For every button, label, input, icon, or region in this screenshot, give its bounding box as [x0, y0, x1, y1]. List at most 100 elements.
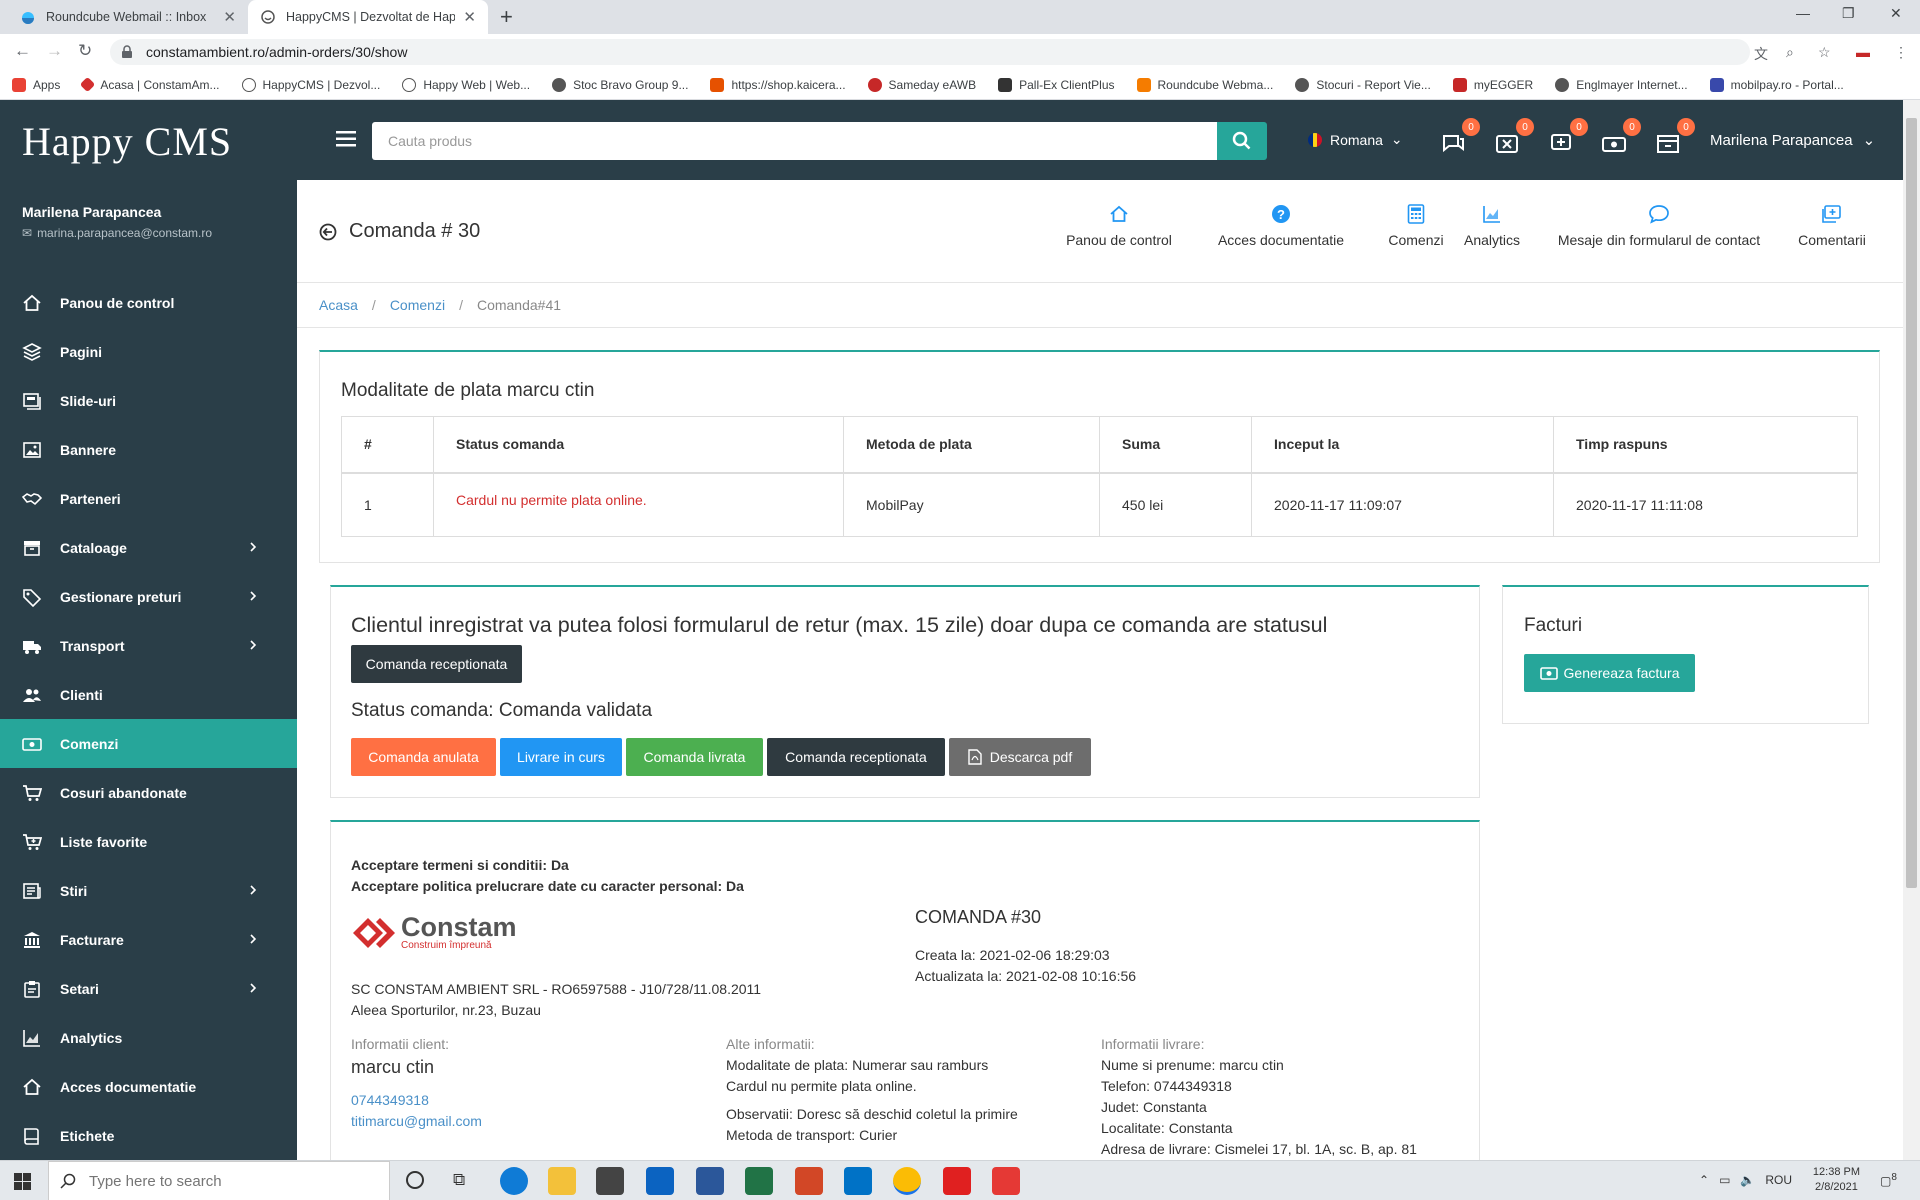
- cancel-orders-icon[interactable]: 0: [1494, 118, 1534, 156]
- bookmark-item[interactable]: HappyCMS | Dezvol...: [241, 77, 380, 92]
- comanda-receptionata-button[interactable]: Comanda receptionata: [767, 738, 945, 776]
- sidebar-item-panou-de-control[interactable]: Panou de control: [0, 278, 297, 327]
- bookmark-item[interactable]: Happy Web | Web...: [402, 77, 530, 92]
- extension-icon[interactable]: ▬: [1856, 44, 1870, 60]
- excel-icon[interactable]: [745, 1167, 773, 1195]
- close-icon[interactable]: ✕: [463, 8, 476, 26]
- bookmark-item[interactable]: Sameday eAWB: [867, 77, 976, 92]
- speaker-icon[interactable]: 🔈: [1740, 1173, 1755, 1187]
- sidebar-item-setari[interactable]: Setari: [0, 964, 297, 1013]
- star-icon[interactable]: ☆: [1818, 44, 1831, 61]
- powerpoint-icon[interactable]: [795, 1167, 823, 1195]
- bookmark-item[interactable]: Englmayer Internet...: [1555, 77, 1688, 92]
- descarca-pdf-button[interactable]: Descarca pdf: [949, 738, 1091, 776]
- store-icon[interactable]: [596, 1167, 624, 1195]
- menu-dots-icon[interactable]: ⋮: [1894, 44, 1908, 61]
- sidebar-item-parteneri[interactable]: Parteneri: [0, 474, 297, 523]
- chevron-up-icon[interactable]: ⌃: [1699, 1173, 1709, 1187]
- client-email-link[interactable]: titimarcu@gmail.com: [351, 1113, 482, 1129]
- sidebar-item-pagini[interactable]: Pagini: [0, 327, 297, 376]
- comanda-anulata-button[interactable]: Comanda anulata: [351, 738, 496, 776]
- reload-icon[interactable]: ↻: [78, 41, 92, 61]
- minimize-button[interactable]: —: [1796, 5, 1810, 21]
- clock[interactable]: 12:38 PM 2/8/2021: [1813, 1165, 1860, 1195]
- quicknav-mesaje[interactable]: Mesaje din formularul de contact: [1551, 204, 1767, 248]
- new-tab-button[interactable]: +: [500, 4, 513, 30]
- network-icon[interactable]: ▭: [1719, 1173, 1730, 1187]
- back-arrow-icon[interactable]: ←: [14, 41, 31, 61]
- restore-button[interactable]: ❐: [1842, 5, 1855, 22]
- bookmark-item[interactable]: mobilpay.ro - Portal...: [1709, 77, 1844, 92]
- translate-icon[interactable]: 文: [1754, 44, 1768, 64]
- bookmark-item[interactable]: Pall-Ex ClientPlus: [998, 77, 1115, 92]
- comments-icon[interactable]: 0: [1548, 118, 1588, 156]
- scrollbar-thumb[interactable]: [1906, 118, 1917, 888]
- tray-language[interactable]: ROU: [1765, 1173, 1792, 1187]
- quicknav-acces-documentatie[interactable]: ? Acces documentatie: [1206, 204, 1356, 248]
- returns-icon[interactable]: 0: [1655, 118, 1695, 156]
- sidebar-item-gestionare-preturi[interactable]: Gestionare preturi: [0, 572, 297, 621]
- quicknav-comentarii[interactable]: Comentarii: [1794, 204, 1870, 248]
- orders-icon[interactable]: 0: [1601, 118, 1641, 156]
- livrare-in-curs-button[interactable]: Livrare in curs: [500, 738, 622, 776]
- browser-tab-happycms[interactable]: HappyCMS | Dezvoltat de Happy ✕: [248, 0, 488, 34]
- sidebar-item-slide-uri[interactable]: Slide-uri: [0, 376, 297, 425]
- happycms-logo[interactable]: Happy CMS: [22, 118, 232, 165]
- breadcrumb-comenzi[interactable]: Comenzi: [390, 297, 445, 313]
- sidebar-item-etichete[interactable]: Etichete: [0, 1111, 297, 1160]
- sidebar-item-clienti[interactable]: Clienti: [0, 670, 297, 719]
- search-input[interactable]: [372, 122, 1217, 160]
- outlook-icon[interactable]: [844, 1167, 872, 1195]
- taskbar-search-input[interactable]: [48, 1161, 390, 1200]
- sidebar-item-transport[interactable]: Transport: [0, 621, 297, 670]
- file-explorer-icon[interactable]: [548, 1167, 576, 1195]
- page-scrollbar[interactable]: [1903, 100, 1920, 1160]
- cortana-icon[interactable]: [406, 1171, 424, 1189]
- sidebar-item-comenzi[interactable]: Comenzi: [0, 719, 297, 768]
- comanda-receptionata-info-button[interactable]: Comanda receptionata: [351, 645, 522, 683]
- window-close-button[interactable]: ✕: [1890, 5, 1902, 22]
- genereaza-factura-button[interactable]: Genereaza factura: [1524, 654, 1695, 692]
- browser-tab-roundcube[interactable]: Roundcube Webmail :: Inbox ✕: [8, 0, 248, 34]
- breadcrumb-acasa[interactable]: Acasa: [319, 297, 358, 313]
- search-button[interactable]: [1217, 122, 1267, 160]
- task-view-icon[interactable]: ⧉: [453, 1170, 465, 1190]
- quicknav-comenzi[interactable]: Comenzi: [1386, 204, 1446, 248]
- acrobat-icon[interactable]: [943, 1167, 971, 1195]
- notifications-icon[interactable]: ▢8: [1880, 1172, 1897, 1188]
- quicknav-analytics[interactable]: Analytics: [1459, 204, 1525, 248]
- mail-icon[interactable]: [646, 1167, 674, 1195]
- bookmark-item[interactable]: Stoc Bravo Group 9...: [552, 77, 688, 92]
- close-icon[interactable]: ✕: [223, 8, 236, 26]
- bookmark-item[interactable]: myEGGER: [1452, 77, 1533, 92]
- back-circle-arrow-icon[interactable]: [319, 223, 337, 241]
- sidebar-item-liste-favorite[interactable]: Liste favorite: [0, 817, 297, 866]
- zoom-icon[interactable]: ⌕: [1786, 44, 1794, 61]
- windows-start-icon[interactable]: [14, 1173, 31, 1190]
- sidebar-item-cosuri-abandonate[interactable]: Cosuri abandonate: [0, 768, 297, 817]
- bookmark-item[interactable]: Roundcube Webma...: [1136, 77, 1273, 92]
- sidebar-item-analytics[interactable]: Analytics: [0, 1013, 297, 1062]
- sidebar-item-stiri[interactable]: Stiri: [0, 866, 297, 915]
- sidebar-item-cataloage[interactable]: Cataloage: [0, 523, 297, 572]
- forward-arrow-icon[interactable]: →: [46, 41, 63, 61]
- sidebar-item-facturare[interactable]: Facturare: [0, 915, 297, 964]
- address-bar[interactable]: constamambient.ro/admin-orders/30/show: [110, 39, 1750, 65]
- bookmark-apps[interactable]: Apps: [12, 77, 60, 92]
- bookmark-item[interactable]: Acasa | ConstamAm...: [80, 76, 220, 93]
- bookmark-item[interactable]: https://shop.kaicera...: [710, 77, 846, 92]
- client-phone-link[interactable]: 0744349318: [351, 1092, 429, 1108]
- comanda-livrata-button[interactable]: Comanda livrata: [626, 738, 763, 776]
- sidebar-item-bannere[interactable]: Bannere: [0, 425, 297, 474]
- edge-icon[interactable]: [500, 1167, 528, 1195]
- user-menu[interactable]: Marilena Parapancea ⌄: [1710, 131, 1875, 150]
- quicknav-panou-de-control[interactable]: Panou de control: [1064, 204, 1174, 248]
- sidebar-item-acces-documentatie[interactable]: Acces documentatie: [0, 1062, 297, 1111]
- messages-icon[interactable]: 0: [1440, 118, 1480, 156]
- language-selector[interactable]: Romana ⌄: [1308, 131, 1403, 148]
- word-icon[interactable]: [696, 1167, 724, 1195]
- anydesk-icon[interactable]: [992, 1167, 1020, 1195]
- hamburger-menu-icon[interactable]: [336, 130, 356, 148]
- bookmark-item[interactable]: Stocuri - Report Vie...: [1295, 77, 1431, 92]
- chrome-icon[interactable]: [893, 1167, 921, 1195]
